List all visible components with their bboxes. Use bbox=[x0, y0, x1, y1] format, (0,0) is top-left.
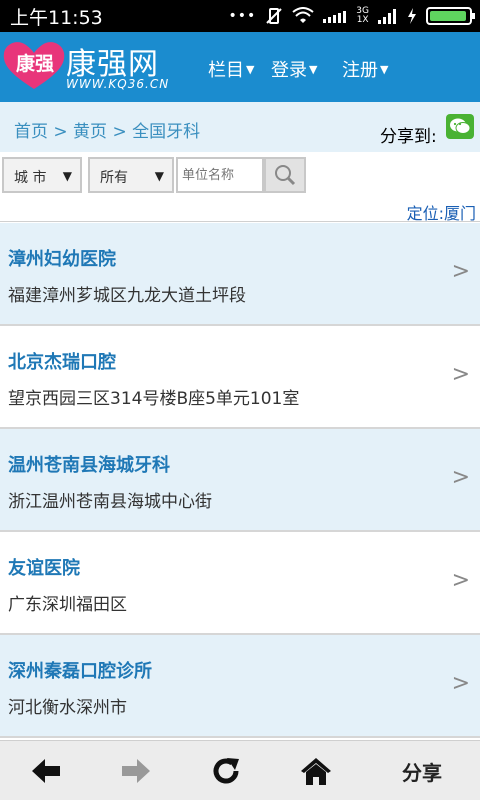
nav-login[interactable]: 登录 ▼ bbox=[271, 56, 317, 82]
city-select[interactable]: 城 市 ▼ bbox=[2, 157, 82, 193]
caret-down-icon: ▼ bbox=[246, 62, 255, 76]
unit-name-input[interactable] bbox=[176, 157, 264, 193]
listing-address: 福建漳州芗城区九龙大道土坪段 bbox=[8, 286, 246, 306]
refresh-button[interactable] bbox=[204, 753, 248, 789]
location-row: 定位:厦门 bbox=[0, 198, 480, 224]
listing-name: 温州苍南县海城牙科 bbox=[8, 455, 170, 476]
home-icon bbox=[301, 758, 331, 785]
signal-dots-icon bbox=[323, 11, 347, 23]
breadcrumb-bar: 首页 > 黄页 > 全国牙科 分享到: bbox=[0, 102, 480, 152]
home-button[interactable] bbox=[294, 753, 338, 789]
battery-icon bbox=[426, 7, 475, 25]
status-icons: ••• 3G 1X bbox=[228, 6, 475, 25]
nav-columns[interactable]: 栏目 ▼ bbox=[208, 56, 254, 82]
list-item[interactable]: 友谊医院 广东深圳福田区 > bbox=[0, 532, 480, 635]
bottom-toolbar: 分享 bbox=[0, 740, 480, 800]
refresh-icon bbox=[213, 758, 239, 784]
type-select[interactable]: 所有 ▼ bbox=[88, 157, 174, 193]
wechat-icon[interactable] bbox=[446, 114, 474, 139]
search-icon bbox=[275, 165, 296, 186]
back-button[interactable] bbox=[24, 753, 68, 789]
list-item[interactable]: 北京杰瑞口腔 望京西园三区314号楼B座5单元101室 > bbox=[0, 326, 480, 429]
listing-name: 漳州妇幼医院 bbox=[8, 249, 116, 270]
signal-bars-icon bbox=[378, 9, 396, 24]
listing-address: 浙江温州苍南县海城中心街 bbox=[8, 492, 212, 512]
battery-level bbox=[430, 11, 466, 21]
vibrate-off-icon bbox=[266, 8, 283, 24]
forward-button[interactable] bbox=[114, 753, 158, 789]
listing-name: 友谊医院 bbox=[8, 558, 80, 579]
site-header: 康强 康强网 WWW.KQ36.CN 栏目 ▼ 登录 ▼ 注册 ▼ bbox=[0, 32, 480, 102]
notification-dots-icon: ••• bbox=[228, 8, 257, 24]
chevron-right-icon: > bbox=[451, 671, 470, 696]
listing-address: 望京西园三区314号楼B座5单元101室 bbox=[8, 389, 300, 409]
chevron-right-icon: > bbox=[451, 568, 470, 593]
search-button[interactable] bbox=[264, 157, 306, 193]
dropdown-arrow-icon: ▼ bbox=[154, 169, 164, 183]
chevron-right-icon: > bbox=[451, 362, 470, 387]
charging-icon bbox=[408, 8, 416, 24]
chevron-right-icon: > bbox=[451, 259, 470, 284]
listing-name: 深州秦磊口腔诊所 bbox=[8, 661, 152, 682]
breadcrumb[interactable]: 首页 > 黄页 > 全国牙科 bbox=[14, 117, 200, 142]
share-to-label: 分享到: bbox=[380, 127, 437, 147]
location-link[interactable]: 定位:厦门 bbox=[407, 200, 476, 224]
chevron-right-icon: > bbox=[451, 465, 470, 490]
wifi-icon bbox=[292, 7, 314, 23]
share-button[interactable]: 分享 bbox=[390, 753, 454, 789]
list-item[interactable]: 深州秦磊口腔诊所 河北衡水深州市 > bbox=[0, 635, 480, 738]
logo-url: WWW.KQ36.CN bbox=[66, 77, 170, 91]
search-filter-row: 城 市 ▼ 所有 ▼ bbox=[0, 152, 480, 198]
network-type: 3G 1X bbox=[356, 6, 369, 25]
list-item[interactable]: 温州苍南县海城牙科 浙江温州苍南县海城中心街 > bbox=[0, 429, 480, 532]
list-item[interactable]: 漳州妇幼医院 福建漳州芗城区九龙大道土坪段 > bbox=[0, 223, 480, 326]
dropdown-arrow-icon: ▼ bbox=[62, 169, 72, 183]
listing-name: 北京杰瑞口腔 bbox=[8, 352, 116, 373]
site-logo[interactable]: 康强 康强网 WWW.KQ36.CN bbox=[2, 37, 192, 97]
status-bar: 上午11:53 ••• 3G 1X bbox=[0, 0, 480, 32]
listing-address: 广东深圳福田区 bbox=[8, 595, 127, 615]
logo-badge-text: 康强 bbox=[15, 53, 54, 75]
status-time: 上午11:53 bbox=[10, 6, 103, 29]
listing-list: 漳州妇幼医院 福建漳州芗城区九龙大道土坪段 > 北京杰瑞口腔 望京西园三区314… bbox=[0, 223, 480, 738]
nav-register[interactable]: 注册 ▼ bbox=[342, 56, 388, 82]
listing-address: 河北衡水深州市 bbox=[8, 698, 127, 718]
forward-arrow-icon bbox=[122, 759, 150, 783]
caret-down-icon: ▼ bbox=[380, 62, 389, 76]
caret-down-icon: ▼ bbox=[309, 62, 318, 76]
back-arrow-icon bbox=[32, 759, 60, 783]
